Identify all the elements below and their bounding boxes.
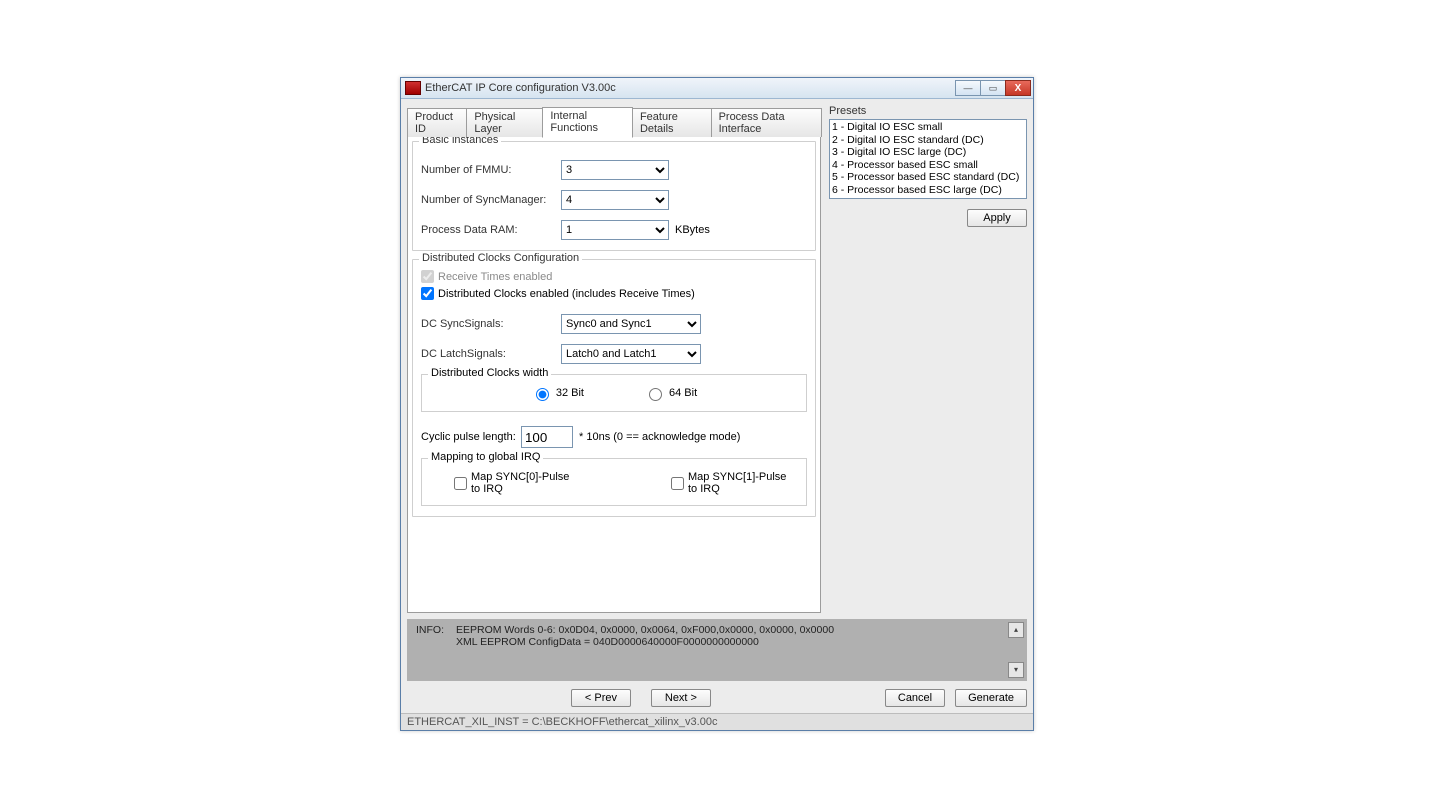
preset-item[interactable]: 2 - Digital IO ESC standard (DC)	[832, 134, 1024, 147]
status-bar: ETHERCAT_XIL_INST = C:\BECKHOFF\ethercat…	[401, 713, 1033, 730]
preset-item[interactable]: 3 - Digital IO ESC large (DC)	[832, 146, 1024, 159]
info-label: INFO:	[416, 624, 456, 648]
app-window: EtherCAT IP Core configuration V3.00c — …	[400, 77, 1034, 731]
checkbox-dc-enabled[interactable]	[421, 287, 434, 300]
footer-buttons: < Prev Next > Cancel Generate	[407, 689, 1027, 711]
radio-32bit[interactable]: 32 Bit	[531, 385, 584, 401]
input-cyclic-pulse[interactable]	[521, 426, 573, 448]
group-basic-instances: Basic instances Number of FMMU: 3 Number…	[412, 141, 816, 251]
check-sync1-irq[interactable]: Map SYNC[1]-Pulse to IRQ	[671, 471, 798, 495]
scroll-down-icon[interactable]: ▾	[1008, 662, 1024, 678]
info-line-1: EEPROM Words 0-6: 0x0D04, 0x0000, 0x0064…	[456, 624, 1008, 636]
window-title: EtherCAT IP Core configuration V3.00c	[425, 82, 956, 94]
label-process-data-ram: Process Data RAM:	[421, 224, 561, 236]
tab-feature-details[interactable]: Feature Details	[632, 108, 712, 137]
select-process-data-ram[interactable]: 1	[561, 220, 669, 240]
preset-item[interactable]: 1 - Digital IO ESC small	[832, 121, 1024, 134]
legend-irq: Mapping to global IRQ	[428, 451, 543, 463]
tab-product-id[interactable]: Product ID	[407, 108, 467, 137]
preset-item[interactable]: 6 - Processor based ESC large (DC)	[832, 184, 1024, 197]
presets-panel: Presets 1 - Digital IO ESC small 2 - Dig…	[829, 105, 1027, 613]
group-irq-mapping: Mapping to global IRQ Map SYNC[0]-Pulse …	[421, 458, 807, 506]
select-fmmu[interactable]: 3	[561, 160, 669, 180]
title-bar: EtherCAT IP Core configuration V3.00c — …	[401, 78, 1033, 99]
tab-page: Basic instances Number of FMMU: 3 Number…	[407, 136, 821, 613]
generate-button[interactable]: Generate	[955, 689, 1027, 707]
maximize-button[interactable]: ▭	[980, 80, 1006, 96]
next-button[interactable]: Next >	[651, 689, 711, 707]
app-icon	[405, 81, 421, 95]
scroll-up-icon[interactable]: ▴	[1008, 622, 1024, 638]
tab-process-data-interface[interactable]: Process Data Interface	[711, 108, 822, 137]
prev-button[interactable]: < Prev	[571, 689, 631, 707]
tab-physical-layer[interactable]: Physical Layer	[466, 108, 543, 137]
select-dc-latch[interactable]: Latch0 and Latch1	[561, 344, 701, 364]
label-dc-latch: DC LatchSignals:	[421, 348, 561, 360]
label-fmmu: Number of FMMU:	[421, 164, 561, 176]
label-cyclic-suffix: * 10ns (0 == acknowledge mode)	[579, 431, 740, 443]
label-receive-times: Receive Times enabled	[438, 271, 552, 283]
legend-dc-width: Distributed Clocks width	[428, 367, 551, 379]
check-dc-enabled[interactable]: Distributed Clocks enabled (includes Rec…	[421, 287, 807, 300]
tab-strip: Product ID Physical Layer Internal Funct…	[407, 106, 821, 137]
check-receive-times: Receive Times enabled	[421, 270, 807, 283]
label-dc-enabled: Distributed Clocks enabled (includes Rec…	[438, 288, 695, 300]
presets-list[interactable]: 1 - Digital IO ESC small 2 - Digital IO …	[829, 119, 1027, 199]
checkbox-receive-times	[421, 270, 434, 283]
label-ram-unit: KBytes	[675, 224, 710, 236]
apply-button[interactable]: Apply	[967, 209, 1027, 227]
cancel-button[interactable]: Cancel	[885, 689, 945, 707]
select-syncmanager[interactable]: 4	[561, 190, 669, 210]
preset-item[interactable]: 5 - Processor based ESC standard (DC)	[832, 171, 1024, 184]
label-dc-sync: DC SyncSignals:	[421, 318, 561, 330]
legend-dc: Distributed Clocks Configuration	[419, 252, 582, 264]
close-button[interactable]: X	[1005, 80, 1031, 96]
group-dc-width: Distributed Clocks width 32 Bit 64 Bit	[421, 374, 807, 412]
label-syncmanager: Number of SyncManager:	[421, 194, 561, 206]
preset-item[interactable]: 4 - Processor based ESC small	[832, 159, 1024, 172]
minimize-button[interactable]: —	[955, 80, 981, 96]
tab-internal-functions[interactable]: Internal Functions	[542, 107, 633, 138]
select-dc-sync[interactable]: Sync0 and Sync1	[561, 314, 701, 334]
group-dc-config: Distributed Clocks Configuration Receive…	[412, 259, 816, 517]
label-cyclic-pulse: Cyclic pulse length:	[421, 431, 521, 443]
info-line-2: XML EEPROM ConfigData = 040D0000640000F0…	[456, 636, 1008, 648]
check-sync0-irq[interactable]: Map SYNC[0]-Pulse to IRQ	[454, 471, 581, 495]
radio-64bit[interactable]: 64 Bit	[644, 385, 697, 401]
label-presets: Presets	[829, 105, 1027, 117]
info-panel: INFO: EEPROM Words 0-6: 0x0D04, 0x0000, …	[407, 619, 1027, 681]
